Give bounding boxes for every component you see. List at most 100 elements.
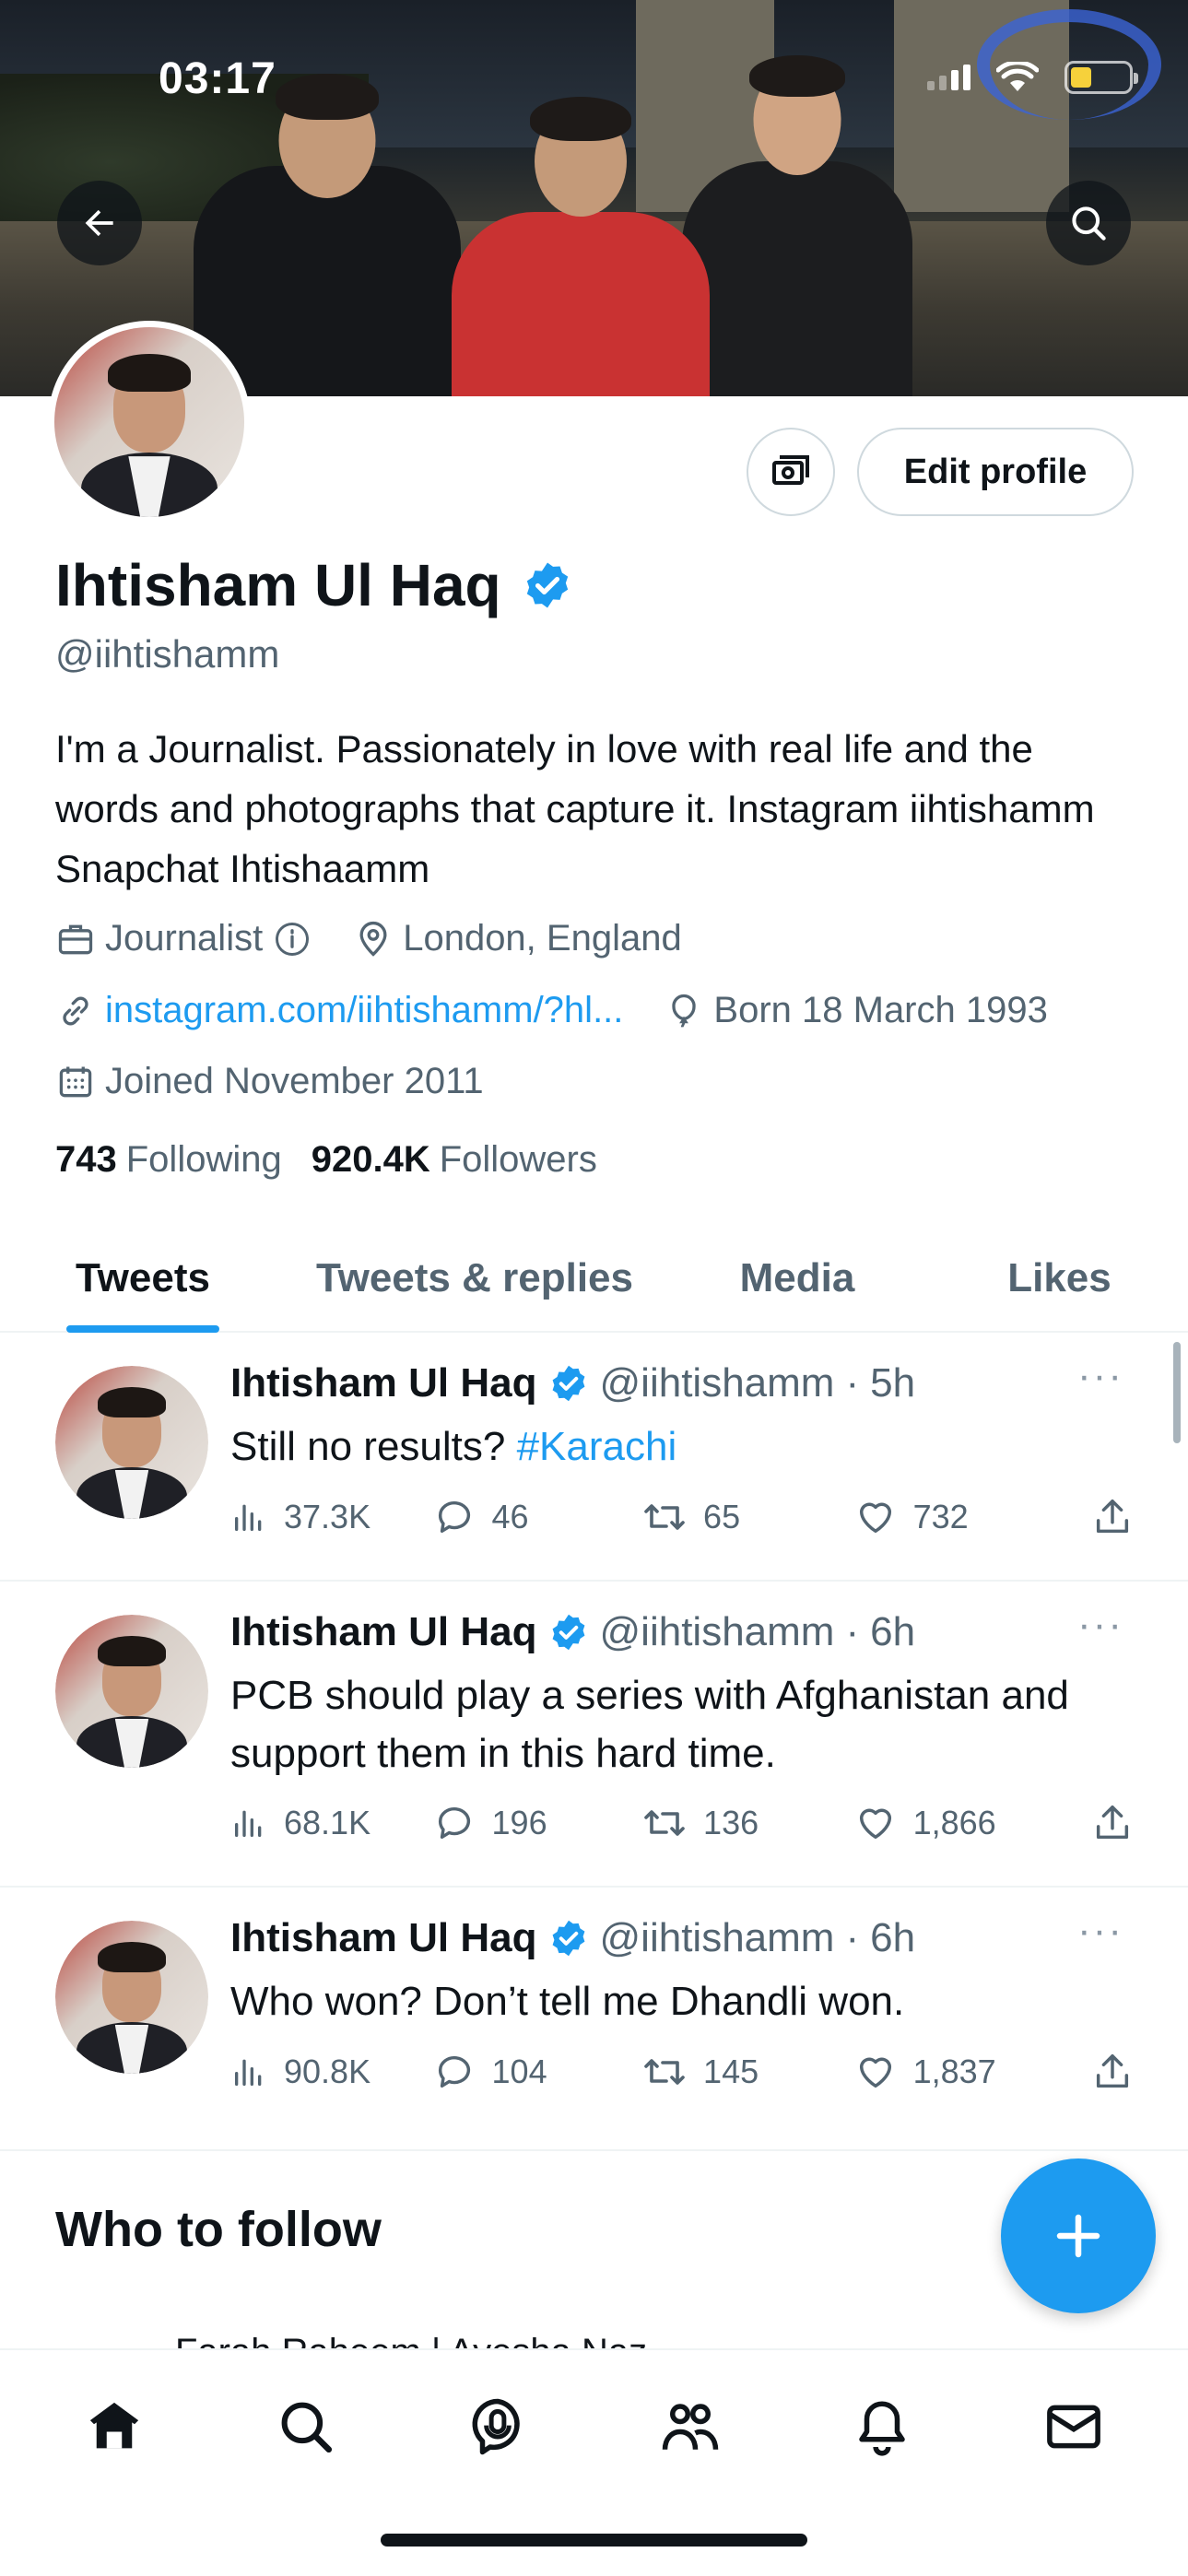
tweet-timestamp[interactable]: 6h xyxy=(870,1609,915,1655)
nav-search[interactable] xyxy=(265,2385,347,2468)
nav-communities[interactable] xyxy=(649,2385,732,2468)
views-button[interactable]: 90.8K xyxy=(230,2053,433,2091)
retweet-button[interactable]: 65 xyxy=(642,1495,854,1539)
share-button[interactable] xyxy=(1091,1496,1134,1538)
retweet-button[interactable]: 136 xyxy=(642,1801,854,1845)
profession-label: Journalist xyxy=(105,918,264,959)
profile-meta-row-2: instagram.com/iihtishamm/?hl... Born 18 … xyxy=(55,990,1088,1031)
calendar-icon xyxy=(59,1066,92,1097)
back-button[interactable] xyxy=(57,181,142,265)
tweet-body: PCB should play a series with Afghanista… xyxy=(230,1673,1069,1776)
tweet-author-name[interactable]: Ihtisham Ul Haq xyxy=(230,1915,537,1961)
tab-tweets[interactable]: Tweets xyxy=(0,1226,286,1333)
profile-meta-row-3: Joined November 2011 xyxy=(55,1061,524,1102)
verified-badge-icon xyxy=(552,1920,584,1957)
views-chart-icon xyxy=(235,1504,262,1531)
reply-button[interactable]: 46 xyxy=(433,1496,643,1538)
tweet-timestamp[interactable]: 5h xyxy=(870,1360,915,1406)
home-indicator[interactable] xyxy=(381,2534,807,2547)
tweet-author-name[interactable]: Ihtisham Ul Haq xyxy=(230,1609,537,1655)
avatar-photo xyxy=(55,1615,208,1768)
following-label: Following xyxy=(125,1139,282,1180)
profile-display-name: Ihtisham Ul Haq xyxy=(55,551,573,619)
joined-label: Joined November 2011 xyxy=(105,1061,484,1101)
tweet-body: Who won? Don’t tell me Dhandli won. xyxy=(230,1979,905,2024)
info-icon[interactable] xyxy=(272,919,312,959)
edit-profile-button[interactable]: Edit profile xyxy=(857,428,1134,516)
tab-likes[interactable]: Likes xyxy=(931,1226,1188,1331)
profile-avatar[interactable] xyxy=(48,321,251,523)
tweet-text: Still no results? #Karachi xyxy=(230,1417,1134,1476)
tweet[interactable]: Ihtisham Ul Haq @iihtishamm · 6h ··· Who… xyxy=(0,1888,1188,2151)
tweet-actions: 37.3K 46 65 732 xyxy=(230,1495,1134,1539)
reply-count: 104 xyxy=(491,2053,547,2090)
tweet-author-name[interactable]: Ihtisham Ul Haq xyxy=(230,1360,537,1406)
nav-home[interactable] xyxy=(73,2385,156,2468)
profile-tabs: Tweets Tweets & replies Media Likes xyxy=(0,1226,1188,1333)
profession-category[interactable]: Journalist xyxy=(55,918,312,959)
tweet[interactable]: Ihtisham Ul Haq @iihtishamm · 5h ··· Sti… xyxy=(0,1333,1188,1582)
tab-tweets-replies[interactable]: Tweets & replies xyxy=(286,1226,664,1331)
tweet-avatar[interactable] xyxy=(55,1921,208,2074)
nav-notifications[interactable] xyxy=(841,2385,923,2468)
tweet-avatar[interactable] xyxy=(55,1366,208,1519)
nav-messages[interactable] xyxy=(1032,2385,1115,2468)
search-icon xyxy=(1072,206,1106,241)
tweet-header: Ihtisham Ul Haq @iihtishamm · 6h xyxy=(230,1915,915,1961)
retweet-button[interactable]: 145 xyxy=(642,2050,854,2094)
tab-media[interactable]: Media xyxy=(664,1226,931,1331)
verified-badge-icon xyxy=(552,1365,584,1402)
more-options-icon[interactable]: ··· xyxy=(1077,1602,1123,1648)
reply-button[interactable]: 196 xyxy=(433,1802,643,1844)
like-button[interactable]: 732 xyxy=(854,1496,1091,1538)
reply-count: 46 xyxy=(491,1498,529,1535)
briefcase-icon xyxy=(58,924,93,954)
tweet-text: PCB should play a series with Afghanista… xyxy=(230,1666,1134,1782)
tweet-author-handle: @iihtishamm xyxy=(599,1609,835,1654)
followers-link[interactable]: 920.4K Followers xyxy=(312,1139,597,1181)
followers-count: 920.4K xyxy=(311,1139,430,1180)
location: London, England xyxy=(353,918,682,959)
plus-icon xyxy=(1056,2214,1100,2258)
nav-spaces[interactable] xyxy=(456,2385,539,2468)
verified-badge-icon[interactable] xyxy=(522,559,573,611)
profile-bio: I'm a Journalist. Passionately in love w… xyxy=(55,727,1095,890)
professional-tools-button[interactable] xyxy=(747,428,835,516)
battery-icon xyxy=(1064,61,1138,94)
search-icon xyxy=(281,2402,333,2453)
views-button[interactable]: 68.1K xyxy=(230,1804,433,1842)
tweet-header: Ihtisham Ul Haq @iihtishamm · 6h xyxy=(230,1609,915,1655)
like-button[interactable]: 1,837 xyxy=(854,2051,1091,2093)
more-options-icon[interactable]: ··· xyxy=(1077,1908,1123,1954)
join-date: Joined November 2011 xyxy=(55,1061,484,1102)
views-button[interactable]: 37.3K xyxy=(230,1498,433,1536)
tweet-timestamp[interactable]: 6h xyxy=(870,1915,915,1961)
separator-dot: · xyxy=(845,1915,860,1960)
share-button[interactable] xyxy=(1091,2051,1134,2093)
link-icon xyxy=(63,996,88,1025)
compose-tweet-button[interactable] xyxy=(1001,2158,1156,2313)
messages-envelope-icon xyxy=(1046,2405,1100,2449)
share-button[interactable] xyxy=(1091,1802,1134,1844)
reply-button[interactable]: 104 xyxy=(433,2051,643,2093)
more-options-icon[interactable]: ··· xyxy=(1077,1353,1123,1399)
birthday-label: Born 18 March 1993 xyxy=(713,990,1048,1030)
search-button[interactable] xyxy=(1046,181,1131,265)
tweet-text: Who won? Don’t tell me Dhandli won. xyxy=(230,1972,1134,2030)
tweet[interactable]: Ihtisham Ul Haq @iihtishamm · 6h ··· PCB… xyxy=(0,1582,1188,1888)
tweet-actions: 90.8K 104 145 1,837 xyxy=(230,2050,1134,2094)
status-bar-icons xyxy=(927,61,1138,94)
like-button[interactable]: 1,866 xyxy=(854,1802,1091,1844)
back-arrow-icon xyxy=(85,209,113,237)
views-chart-icon xyxy=(235,2059,262,2086)
bottom-navigation xyxy=(0,2348,1188,2576)
follow-stats: 743 Following 920.4K Followers xyxy=(55,1139,597,1181)
tweet-header: Ihtisham Ul Haq @iihtishamm · 5h xyxy=(230,1360,915,1406)
reply-icon xyxy=(438,1807,470,1840)
following-link[interactable]: 743 Following xyxy=(55,1139,282,1181)
retweet-icon xyxy=(644,1504,685,1530)
website-link[interactable]: instagram.com/iihtishamm/?hl... xyxy=(55,990,623,1031)
website-url[interactable]: instagram.com/iihtishamm/?hl... xyxy=(105,990,623,1031)
tweet-avatar[interactable] xyxy=(55,1615,208,1768)
hashtag-link[interactable]: #Karachi xyxy=(517,1424,677,1469)
